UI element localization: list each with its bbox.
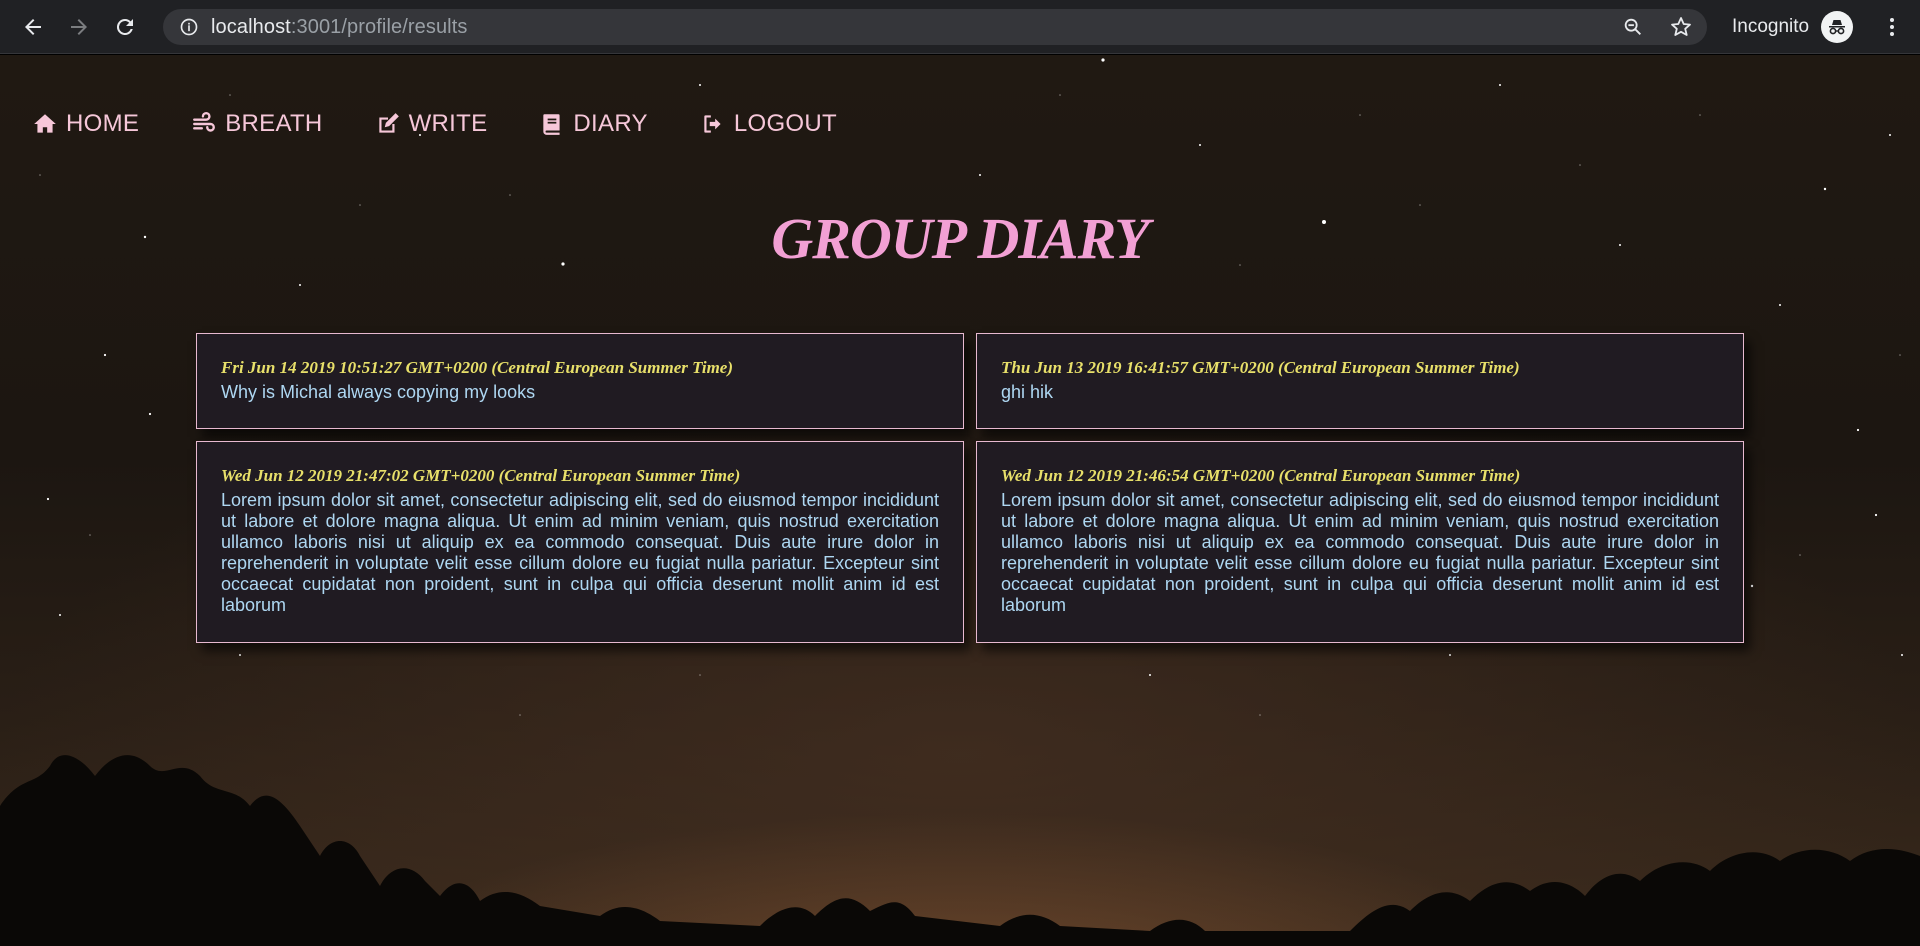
main-navigation: HOME BREATH WRITE DIARY LOGOUT <box>32 110 837 138</box>
nav-breath-label: BREATH <box>225 110 323 137</box>
nav-logout[interactable]: LOGOUT <box>700 110 837 138</box>
entry-date: Wed Jun 12 2019 21:47:02 GMT+0200 (Centr… <box>221 466 741 485</box>
info-icon[interactable] <box>179 17 199 37</box>
browser-toolbar: localhost:3001/profile/results Incognito <box>0 0 1920 54</box>
url-host: localhost <box>211 15 291 38</box>
home-icon <box>34 114 56 133</box>
book-icon <box>543 114 560 135</box>
incognito-icon <box>1821 11 1854 43</box>
forward-icon[interactable] <box>56 0 102 54</box>
zoom-icon[interactable] <box>1619 13 1647 41</box>
diary-entry-card: Thu Jun 13 2019 16:41:57 GMT+0200 (Centr… <box>976 333 1744 429</box>
entry-text: Lorem ipsum dolor sit amet, consectetur … <box>221 490 939 615</box>
incognito-label: Incognito <box>1732 16 1810 37</box>
nav-home-label: HOME <box>66 110 140 137</box>
nav-diary[interactable]: DIARY <box>539 110 648 138</box>
address-bar[interactable]: localhost:3001/profile/results <box>163 9 1707 45</box>
back-icon[interactable] <box>10 0 56 54</box>
nav-logout-label: LOGOUT <box>733 110 837 137</box>
more-menu-icon[interactable] <box>1872 0 1912 54</box>
entry-text: ghi hik <box>1001 382 1054 402</box>
diary-entry-card: Wed Jun 12 2019 21:46:54 GMT+0200 (Centr… <box>976 441 1744 643</box>
star-icon[interactable] <box>1667 13 1695 41</box>
nav-write[interactable]: WRITE <box>375 110 488 138</box>
sign-out-icon <box>704 115 721 133</box>
nav-diary-label: DIARY <box>573 110 648 137</box>
entry-date: Wed Jun 12 2019 21:46:54 GMT+0200 (Centr… <box>1001 466 1521 485</box>
nav-home[interactable]: HOME <box>32 110 139 138</box>
nav-breath[interactable]: BREATH <box>191 110 322 138</box>
diary-entry-card: Fri Jun 14 2019 10:51:27 GMT+0200 (Centr… <box>196 333 964 429</box>
url-path: :3001/profile/results <box>290 15 468 38</box>
edit-icon <box>378 113 399 133</box>
entry-date: Thu Jun 13 2019 16:41:57 GMT+0200 (Centr… <box>1001 358 1520 377</box>
url-text[interactable]: localhost:3001/profile/results <box>211 16 468 39</box>
entry-text: Why is Michal always copying my looks <box>221 382 536 402</box>
page-title: GROUP DIARY <box>771 206 1149 271</box>
nav-write-label: WRITE <box>408 110 488 137</box>
diary-entry-card: Wed Jun 12 2019 21:47:02 GMT+0200 (Centr… <box>196 441 964 643</box>
tree-silhouette-background <box>0 755 1920 946</box>
entry-text: Lorem ipsum dolor sit amet, consectetur … <box>1001 490 1719 615</box>
entry-date: Fri Jun 14 2019 10:51:27 GMT+0200 (Centr… <box>221 358 734 377</box>
wind-icon <box>193 112 216 132</box>
page-viewport: HOME BREATH WRITE DIARY LOGOUT GROUP DIA… <box>0 55 1920 946</box>
incognito-indicator[interactable]: Incognito <box>1732 0 1854 54</box>
reload-icon[interactable] <box>102 0 148 54</box>
